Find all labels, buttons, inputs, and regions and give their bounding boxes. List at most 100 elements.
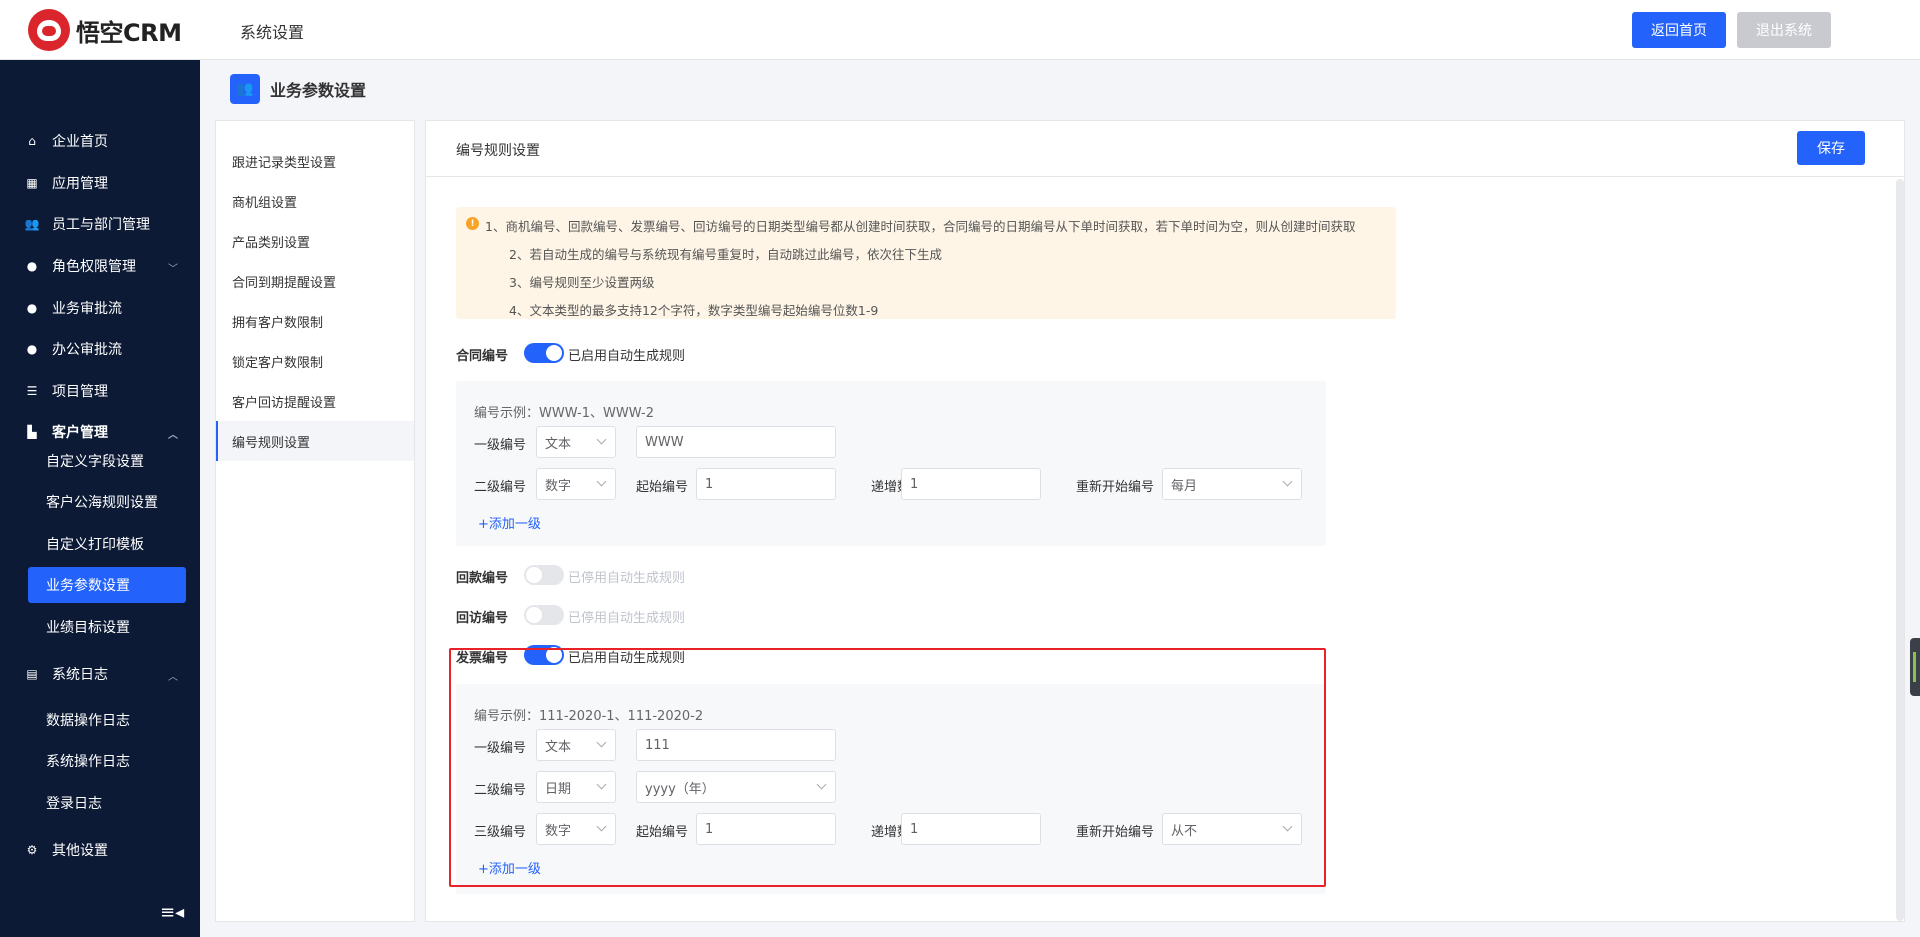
sidebar-item-other-settings[interactable]: ⚙ 其他设置	[0, 832, 200, 868]
sidebar-item-roles[interactable]: ● 角色权限管理 ﹀	[0, 248, 200, 284]
contract-level1-value-input[interactable]: WWW	[636, 426, 836, 458]
select-value: 数字	[545, 823, 572, 839]
input-value: 1	[705, 821, 714, 837]
select-value: 数字	[545, 478, 572, 494]
invoice-level1-type-select[interactable]: 文本	[536, 729, 616, 761]
invoice-add-level-link[interactable]: +添加一级	[478, 858, 541, 877]
exit-system-button[interactable]: 退出系统	[1737, 12, 1831, 48]
menu-item-contract-expiry[interactable]: 合同到期提醒设置	[216, 261, 414, 301]
invoice-level3-type-select[interactable]: 数字	[536, 813, 616, 845]
sidebar-item-label: 系统日志	[52, 667, 108, 683]
invoice-restart-label: 重新开始编号	[1076, 825, 1155, 840]
logo[interactable]: 悟空CRM	[28, 9, 182, 51]
select-value: 文本	[545, 739, 572, 755]
section-title: 系统设置	[240, 23, 305, 42]
contract-restart-select[interactable]: 每月	[1162, 468, 1302, 500]
contract-level1-type-select[interactable]: 文本	[536, 426, 616, 458]
users-icon: 👥	[230, 74, 260, 104]
contract-level1-label: 一级编号	[474, 438, 527, 453]
contract-level2-type-select[interactable]: 数字	[536, 468, 616, 500]
payment-auto-switch[interactable]	[524, 565, 564, 585]
notice-line-3: 3、编号规则至少设置两级	[509, 275, 655, 290]
sidebar-item-label: 其他设置	[52, 843, 108, 859]
sidebar-item-staff[interactable]: 👥 员工与部门管理	[0, 206, 200, 242]
input-value: 1	[705, 476, 714, 492]
sidebar-subitem-custom-fields[interactable]: 自定义字段设置	[28, 443, 186, 479]
sidebar-subitem-data-log[interactable]: 数据操作日志	[28, 702, 186, 738]
invoice-level3-label: 三级编号	[474, 825, 527, 840]
menu-item-locked-customer-limit[interactable]: 锁定客户数限制	[216, 341, 414, 381]
menu-item-owned-customer-limit[interactable]: 拥有客户数限制	[216, 301, 414, 341]
chevron-down-icon	[596, 779, 607, 790]
warning-icon: !	[466, 217, 479, 230]
select-value: yyyy（年）	[645, 781, 715, 797]
menu-item-product-categories[interactable]: 产品类别设置	[216, 221, 414, 261]
chevron-down-icon	[596, 737, 607, 748]
scrollbar[interactable]	[1896, 179, 1904, 921]
panel-header: 编号规则设置 保存	[426, 121, 1904, 177]
invoice-start-input[interactable]: 1	[696, 813, 836, 845]
sidebar-item-label: 办公审批流	[52, 342, 122, 358]
select-value: 每月	[1171, 478, 1198, 494]
sidebar-item-label: 项目管理	[52, 384, 108, 400]
invoice-level1-value-input[interactable]: 111	[636, 729, 836, 761]
invoice-auto-switch[interactable]	[524, 645, 564, 665]
sidebar-subitem-login-log[interactable]: 登录日志	[28, 785, 186, 821]
list-icon: ☰	[26, 384, 38, 398]
save-button[interactable]: 保存	[1797, 131, 1865, 165]
invoice-step-input[interactable]: 1	[901, 813, 1041, 845]
sidebar-subitem-targets[interactable]: 业绩目标设置	[28, 609, 186, 645]
sidebar-subitem-print-template[interactable]: 自定义打印模板	[28, 526, 186, 562]
logo-text: 悟空CRM	[76, 18, 182, 47]
sidebar-subitem-pool-rules[interactable]: 客户公海规则设置	[28, 484, 186, 520]
invoice-level2-type-select[interactable]: 日期	[536, 771, 616, 803]
invoice-switch-text: 已启用自动生成规则	[568, 651, 686, 666]
invoice-level2-label: 二级编号	[474, 783, 527, 798]
notice-box: ! 1、商机编号、回款编号、发票编号、回访编号的日期类型编号都从创建时间获取，合…	[456, 207, 1396, 319]
menu-item-followup-types[interactable]: 跟进记录类型设置	[216, 141, 414, 181]
sidebar-item-office-approval[interactable]: ● 办公审批流	[0, 331, 200, 367]
chevron-down-icon	[816, 779, 827, 790]
contract-start-input[interactable]: 1	[696, 468, 836, 500]
return-home-button[interactable]: 返回首页	[1632, 12, 1726, 48]
invoice-restart-select[interactable]: 从不	[1162, 813, 1302, 845]
menu-item-numbering-rules[interactable]: 编号规则设置	[216, 421, 414, 461]
sidebar-item-label: 员工与部门管理	[52, 217, 150, 233]
user-icon: ●	[26, 342, 38, 356]
menu-item-visit-reminder[interactable]: 客户回访提醒设置	[216, 381, 414, 421]
chevron-down-icon	[1282, 821, 1293, 832]
gear-icon: ⚙	[26, 843, 38, 857]
sidebar: ⌂ 企业首页 ▦ 应用管理 👥 员工与部门管理 ● 角色权限管理 ﹀ ● 业务审…	[0, 60, 200, 937]
sidebar-subitem-business-params[interactable]: 业务参数设置	[28, 567, 186, 603]
sidebar-item-apps[interactable]: ▦ 应用管理	[0, 165, 200, 201]
invoice-level2-date-select[interactable]: yyyy（年）	[636, 771, 836, 803]
contract-auto-switch[interactable]	[524, 343, 564, 363]
select-value: 文本	[545, 436, 572, 452]
menu-item-opportunity-groups[interactable]: 商机组设置	[216, 181, 414, 221]
contract-step-input[interactable]: 1	[901, 468, 1041, 500]
payment-switch-text: 已停用自动生成规则	[568, 571, 686, 586]
sidebar-item-logs[interactable]: ▤ 系统日志 ︿	[0, 656, 200, 692]
home-icon: ⌂	[28, 134, 36, 148]
side-widget-handle[interactable]	[1910, 638, 1920, 696]
sidebar-item-projects[interactable]: ☰ 项目管理	[0, 373, 200, 409]
notice-line-2: 2、若自动生成的编号与系统现有编号重复时，自动跳过此编号，依次往下生成	[509, 247, 942, 262]
visit-auto-switch[interactable]	[524, 605, 564, 625]
visit-switch-text: 已停用自动生成规则	[568, 611, 686, 626]
contract-example: 编号示例：WWW-1、WWW-2	[474, 406, 654, 421]
sidebar-item-home[interactable]: ⌂ 企业首页	[0, 123, 200, 159]
monkey-logo-icon	[28, 9, 70, 51]
switch-knob	[546, 345, 562, 361]
sidebar-subitem-system-log[interactable]: 系统操作日志	[28, 743, 186, 779]
invoice-number-label: 发票编号	[456, 651, 509, 666]
numbering-rules-panel: 编号规则设置 保存 ! 1、商机编号、回款编号、发票编号、回访编号的日期类型编号…	[425, 120, 1905, 922]
invoice-start-label: 起始编号	[636, 825, 689, 840]
sidebar-item-label: 角色权限管理	[52, 259, 136, 275]
contract-add-level-link[interactable]: +添加一级	[478, 513, 541, 532]
collapse-menu-icon[interactable]: ≡◂	[160, 902, 184, 923]
contract-switch-text: 已启用自动生成规则	[568, 349, 686, 364]
invoice-example: 编号示例：111-2020-1、111-2020-2	[474, 709, 704, 724]
user-icon: ●	[26, 259, 38, 273]
sidebar-item-business-approval[interactable]: ● 业务审批流	[0, 290, 200, 326]
contract-level2-label: 二级编号	[474, 480, 527, 495]
